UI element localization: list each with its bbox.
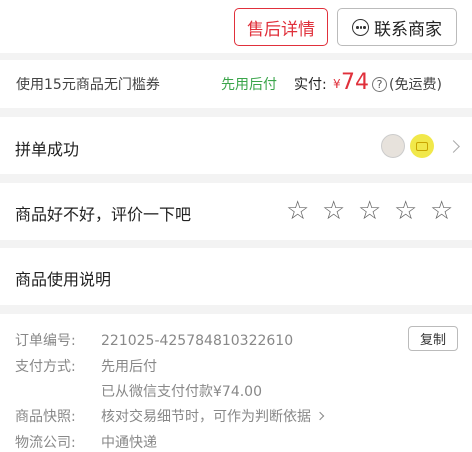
star-rating: ☆ ☆ ☆ ☆ ☆: [286, 197, 466, 225]
group-order-title: 拼单成功: [15, 140, 80, 159]
snapshot-label: 商品快照:: [15, 409, 76, 425]
star-icon[interactable]: ☆: [358, 197, 394, 225]
contact-merchant-label: 联系商家: [374, 19, 442, 40]
currency-symbol: ¥: [333, 77, 341, 91]
star-icon[interactable]: ☆: [394, 197, 430, 225]
avatar: [381, 134, 405, 158]
group-order-row[interactable]: 拼单成功: [0, 117, 472, 174]
logistics-row: 物流公司: 中通快递: [15, 432, 157, 452]
avatar: [410, 134, 434, 158]
pay-later-label: 先用后付: [221, 77, 277, 93]
snapshot-row[interactable]: 商品快照: 核对交易细节时，可作为判断依据: [15, 406, 325, 426]
shipping-note: (免运费): [389, 77, 442, 93]
chevron-right-icon: [315, 411, 325, 421]
payment-detail: 已从微信支付付款¥74.00: [101, 384, 262, 400]
coupon-text: 使用15元商品无门槛券: [16, 77, 160, 93]
after-sales-button[interactable]: 售后详情: [234, 8, 328, 46]
star-icon[interactable]: ☆: [430, 197, 466, 225]
help-icon[interactable]: ?: [372, 77, 387, 92]
star-icon[interactable]: ☆: [286, 197, 322, 225]
order-number-value: 221025-425784810322610: [101, 333, 294, 349]
snapshot-value: 核对交易细节时，可作为判断依据: [101, 409, 311, 425]
paid-label: 实付:: [294, 77, 327, 93]
payment-method-label: 支付方式:: [15, 359, 76, 375]
order-detail-page: 售后详情 联系商家 使用15元商品无门槛券 先用后付 实付: ¥ 74 ? (免…: [0, 0, 472, 452]
after-sales-label: 售后详情: [247, 19, 315, 40]
action-bar: 售后详情 联系商家: [0, 0, 472, 53]
payment-method-value: 先用后付: [101, 359, 157, 375]
payment-method-row: 支付方式: 先用后付: [15, 356, 157, 376]
camera-icon: [416, 142, 428, 151]
payment-summary-row: 使用15元商品无门槛券 先用后付 实付: ¥ 74 ? (免运费): [0, 60, 472, 108]
logistics-value: 中通快递: [101, 435, 157, 451]
contact-merchant-button[interactable]: 联系商家: [337, 8, 457, 46]
payment-detail-row: 已从微信支付付款¥74.00: [15, 381, 262, 401]
review-prompt: 商品好不好，评价一下吧: [15, 205, 192, 224]
usage-manual-title: 商品使用说明: [15, 270, 112, 289]
order-details: 订单编号: 221025-425784810322610 复制 支付方式: 先用后付…: [0, 314, 472, 452]
order-number-row: 订单编号: 221025-425784810322610: [15, 330, 293, 350]
review-row: 商品好不好，评价一下吧 ☆ ☆ ☆ ☆ ☆: [0, 183, 472, 240]
chevron-right-icon: [447, 140, 460, 153]
usage-manual-row[interactable]: 商品使用说明: [0, 248, 472, 305]
copy-button[interactable]: 复制: [408, 326, 458, 351]
logistics-label: 物流公司:: [15, 435, 76, 451]
paid-amount: 74: [341, 70, 369, 95]
star-icon[interactable]: ☆: [322, 197, 358, 225]
order-number-label: 订单编号:: [15, 333, 76, 349]
chat-icon: [352, 18, 369, 36]
